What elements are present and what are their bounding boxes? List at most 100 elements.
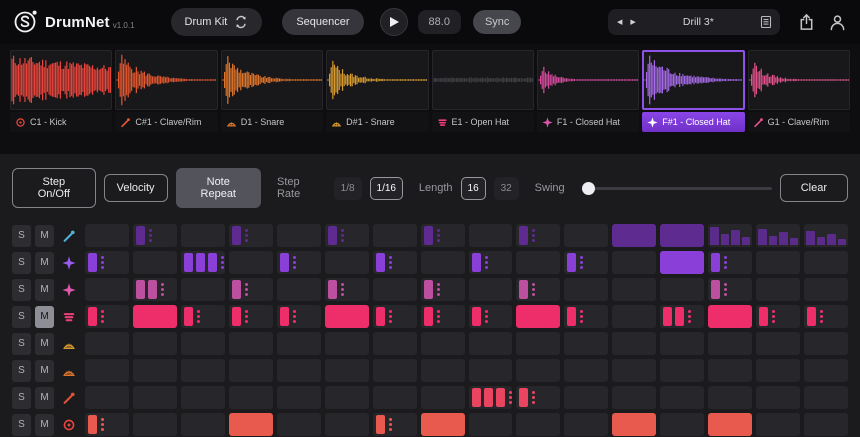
step-C#1-4[interactable] — [228, 386, 273, 409]
step-E1-15[interactable] — [756, 305, 801, 328]
sync-button[interactable]: Sync — [472, 10, 522, 34]
solo-E1[interactable]: S — [12, 305, 31, 328]
step-F#1-14[interactable] — [708, 251, 753, 274]
step-D1-8[interactable] — [420, 359, 465, 382]
step-G1-2[interactable] — [132, 224, 177, 247]
step-G1-10[interactable] — [516, 224, 561, 247]
step-E1-12[interactable] — [612, 305, 657, 328]
step-F1-16[interactable] — [804, 278, 848, 301]
velocity-button[interactable]: Velocity — [103, 174, 168, 202]
preset-prev-button[interactable]: ◀ — [615, 18, 624, 26]
step-D1-4[interactable] — [228, 359, 273, 382]
step-F#1-5[interactable] — [276, 251, 321, 274]
step-D#1-16[interactable] — [804, 332, 848, 355]
step-C#1-5[interactable] — [276, 386, 321, 409]
step-D#1-8[interactable] — [420, 332, 465, 355]
step-C#1-15[interactable] — [756, 386, 801, 409]
step-F#1-12[interactable] — [612, 251, 657, 274]
step-F#1-4[interactable] — [228, 251, 273, 274]
step-D#1-13[interactable] — [660, 332, 705, 355]
step-D1-15[interactable] — [756, 359, 801, 382]
step-D1-6[interactable] — [324, 359, 369, 382]
step-C#1-16[interactable] — [804, 386, 848, 409]
step-F#1-8[interactable] — [420, 251, 465, 274]
step-D#1-15[interactable] — [756, 332, 801, 355]
step-D1-2[interactable] — [132, 359, 177, 382]
step-C1-1[interactable] — [85, 413, 129, 436]
step-D1-12[interactable] — [612, 359, 657, 382]
rate-1-8-button[interactable]: 1/8 — [333, 176, 362, 200]
solo-D1[interactable]: S — [12, 359, 31, 382]
step-E1-4[interactable] — [228, 305, 273, 328]
step-D#1-7[interactable] — [372, 332, 417, 355]
mute-E1[interactable]: M — [35, 305, 54, 328]
step-F1-4[interactable] — [228, 278, 273, 301]
step-G1-15[interactable] — [756, 224, 801, 247]
step-F1-8[interactable] — [420, 278, 465, 301]
step-F#1-2[interactable] — [132, 251, 177, 274]
mute-C#1[interactable]: M — [35, 386, 54, 409]
step-E1-10[interactable] — [516, 305, 561, 328]
solo-F#1[interactable]: S — [12, 251, 31, 274]
step-G1-8[interactable] — [420, 224, 465, 247]
step-D#1-6[interactable] — [324, 332, 369, 355]
step-D1-14[interactable] — [708, 359, 753, 382]
step-C1-12[interactable] — [612, 413, 657, 436]
step-C1-13[interactable] — [660, 413, 705, 436]
step-C#1-13[interactable] — [660, 386, 705, 409]
step-F#1-3[interactable] — [180, 251, 225, 274]
step-G1-3[interactable] — [180, 224, 225, 247]
step-C1-14[interactable] — [708, 413, 753, 436]
step-C1-16[interactable] — [804, 413, 848, 436]
step-D#1-12[interactable] — [612, 332, 657, 355]
step-G1-6[interactable] — [324, 224, 369, 247]
step-F1-6[interactable] — [324, 278, 369, 301]
pad-F1[interactable]: F1 - Closed Hat — [536, 50, 640, 146]
preset-next-button[interactable]: ▶ — [628, 18, 637, 26]
step-C1-7[interactable] — [372, 413, 417, 436]
pad-D#1[interactable]: D#1 - Snare — [326, 50, 429, 146]
mute-C1[interactable]: M — [35, 413, 54, 436]
solo-D#1[interactable]: S — [12, 332, 31, 355]
step-F1-7[interactable] — [372, 278, 417, 301]
length-32-button[interactable]: 32 — [493, 176, 519, 200]
step-D1-9[interactable] — [468, 359, 513, 382]
step-D1-11[interactable] — [564, 359, 609, 382]
step-onoff-button[interactable]: Step On/Off — [12, 168, 96, 208]
step-G1-9[interactable] — [468, 224, 513, 247]
step-F1-1[interactable] — [85, 278, 129, 301]
step-E1-1[interactable] — [85, 305, 129, 328]
step-G1-7[interactable] — [372, 224, 417, 247]
mute-G1[interactable]: M — [35, 224, 54, 247]
mute-D#1[interactable]: M — [35, 332, 54, 355]
step-F1-2[interactable] — [132, 278, 177, 301]
step-D#1-1[interactable] — [85, 332, 129, 355]
pad-F#1[interactable]: F#1 - Closed Hat — [642, 50, 745, 146]
step-F#1-15[interactable] — [756, 251, 801, 274]
rate-1-16-button[interactable]: 1/16 — [369, 176, 403, 200]
step-C#1-3[interactable] — [180, 386, 225, 409]
share-icon[interactable] — [798, 13, 815, 31]
step-C#1-14[interactable] — [708, 386, 753, 409]
step-C1-10[interactable] — [516, 413, 561, 436]
step-C#1-11[interactable] — [564, 386, 609, 409]
step-D#1-4[interactable] — [228, 332, 273, 355]
step-F1-14[interactable] — [708, 278, 753, 301]
step-C1-15[interactable] — [756, 413, 801, 436]
step-F1-13[interactable] — [660, 278, 705, 301]
solo-C1[interactable]: S — [12, 413, 31, 436]
clear-button[interactable]: Clear — [779, 174, 848, 202]
drum-kit-button[interactable]: Drum Kit — [170, 8, 263, 36]
user-icon[interactable] — [829, 13, 846, 31]
step-D1-1[interactable] — [85, 359, 129, 382]
step-F1-3[interactable] — [180, 278, 225, 301]
step-E1-16[interactable] — [804, 305, 848, 328]
step-C#1-8[interactable] — [420, 386, 465, 409]
step-F1-11[interactable] — [564, 278, 609, 301]
step-E1-9[interactable] — [468, 305, 513, 328]
step-D#1-5[interactable] — [276, 332, 321, 355]
step-C#1-7[interactable] — [372, 386, 417, 409]
solo-F1[interactable]: S — [12, 278, 31, 301]
step-D#1-14[interactable] — [708, 332, 753, 355]
pad-C1[interactable]: C1 - Kick — [10, 50, 113, 146]
